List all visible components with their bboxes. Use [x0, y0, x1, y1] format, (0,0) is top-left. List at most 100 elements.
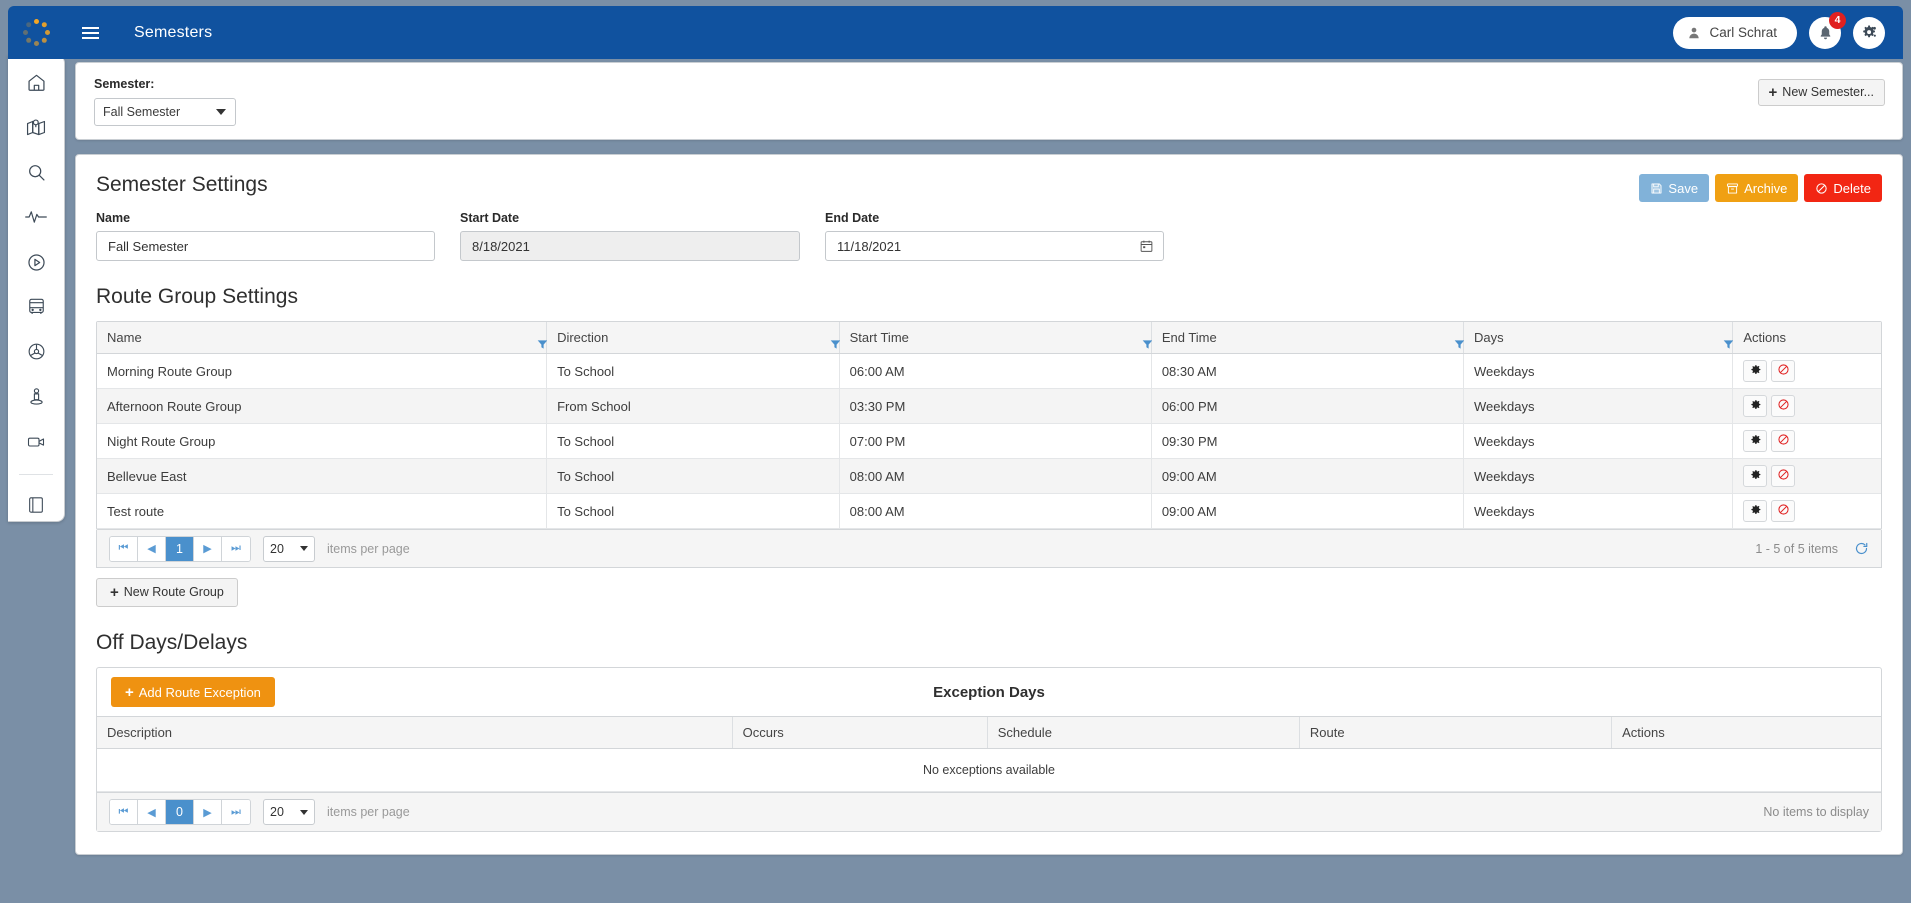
refresh-icon[interactable]	[1854, 541, 1869, 556]
previous-page-icon[interactable]: ◀	[138, 800, 166, 824]
add-route-exception-button[interactable]: + Add Route Exception	[111, 677, 275, 707]
app-logo[interactable]	[8, 6, 64, 59]
sidebar-item-playback[interactable]	[19, 249, 53, 279]
semester-select[interactable]: Fall Semester	[94, 98, 236, 126]
row-settings-button[interactable]	[1743, 430, 1767, 452]
row-settings-button[interactable]	[1743, 395, 1767, 417]
sidebar-item-buses[interactable]	[19, 294, 53, 324]
first-page-icon[interactable]: ⏮	[110, 800, 138, 824]
row-action-group	[1743, 500, 1871, 522]
left-sidebar	[8, 55, 65, 522]
cell-direction: To School	[547, 424, 840, 459]
sidebar-item-students[interactable]	[19, 383, 53, 413]
next-page-icon[interactable]: ▶	[194, 800, 222, 824]
items-per-page-label: items per page	[327, 805, 410, 819]
settings-button[interactable]	[1853, 17, 1885, 49]
application-window: Semesters Carl Schrat 4	[0, 0, 1911, 903]
last-page-icon[interactable]: ⏭	[222, 800, 250, 824]
calendar-icon[interactable]	[1139, 239, 1154, 254]
map-icon	[25, 116, 47, 141]
exceptions-table-body: No exceptions available	[97, 749, 1881, 792]
column-header-name[interactable]: Name	[97, 322, 547, 354]
spinner-logo-icon	[23, 20, 49, 46]
sidebar-item-reports[interactable]	[19, 491, 53, 521]
table-row[interactable]: Morning Route GroupTo School06:00 AM08:3…	[97, 354, 1881, 389]
exception-days-title: Exception Days	[97, 684, 1881, 701]
notifications-button[interactable]: 4	[1809, 17, 1841, 49]
column-label: Name	[107, 330, 142, 345]
save-button[interactable]: Save	[1639, 174, 1709, 202]
new-route-group-button[interactable]: + New Route Group	[96, 578, 238, 607]
row-delete-button[interactable]	[1771, 430, 1795, 452]
table-row[interactable]: Bellevue EastTo School08:00 AM09:00 AMWe…	[97, 459, 1881, 494]
table-row[interactable]: Night Route GroupTo School07:00 PM09:30 …	[97, 424, 1881, 459]
semester-fields-row: Name Fall Semester Start Date 8/18/2021 …	[96, 211, 1882, 261]
column-header-end-time[interactable]: End Time	[1151, 322, 1463, 354]
column-header-occurs: Occurs	[732, 717, 987, 749]
new-semester-button[interactable]: + New Semester...	[1758, 79, 1885, 106]
first-page-icon[interactable]: ⏮	[110, 537, 138, 561]
sidebar-item-map[interactable]	[19, 114, 53, 144]
start-date-input[interactable]: 8/18/2021	[460, 231, 800, 261]
column-header-direction[interactable]: Direction	[547, 322, 840, 354]
name-input[interactable]: Fall Semester	[96, 231, 435, 261]
row-delete-button[interactable]	[1771, 360, 1795, 382]
route-group-table-body: Morning Route GroupTo School06:00 AM08:3…	[97, 354, 1881, 529]
search-icon	[26, 162, 47, 186]
ban-icon	[1777, 433, 1790, 449]
row-settings-button[interactable]	[1743, 500, 1767, 522]
exceptions-header-row: Description Occurs Schedule Route Action…	[97, 717, 1881, 749]
student-icon	[26, 386, 47, 410]
end-date-input[interactable]: 11/18/2021	[825, 231, 1164, 261]
column-label: End Time	[1162, 330, 1217, 345]
play-icon	[26, 252, 47, 276]
top-navigation-bar: Semesters Carl Schrat 4	[8, 6, 1903, 59]
empty-row: No exceptions available	[97, 749, 1881, 792]
cell-start-time: 08:00 AM	[839, 494, 1151, 529]
exceptions-table: Description Occurs Schedule Route Action…	[97, 717, 1881, 792]
page-size-select[interactable]: 20	[263, 536, 315, 562]
sidebar-item-video[interactable]	[19, 428, 53, 458]
sidebar-item-home[interactable]	[19, 69, 53, 99]
hamburger-menu-icon[interactable]	[70, 6, 110, 59]
cell-actions	[1733, 389, 1881, 424]
ban-icon	[1815, 182, 1828, 195]
cell-direction: To School	[547, 354, 840, 389]
page-size-select[interactable]: 20	[263, 799, 315, 825]
sidebar-item-activity[interactable]	[19, 204, 53, 234]
name-field-group: Name Fall Semester	[96, 211, 435, 261]
current-page-button[interactable]: 1	[166, 537, 194, 561]
cell-direction: From School	[547, 389, 840, 424]
row-delete-button[interactable]	[1771, 500, 1795, 522]
cell-days: Weekdays	[1464, 389, 1733, 424]
sidebar-divider	[19, 474, 53, 475]
sidebar-item-search[interactable]	[19, 159, 53, 189]
previous-page-icon[interactable]: ◀	[138, 537, 166, 561]
cell-days: Weekdays	[1464, 424, 1733, 459]
cell-actions	[1733, 424, 1881, 459]
cell-days: Weekdays	[1464, 354, 1733, 389]
sidebar-item-drivers[interactable]	[19, 338, 53, 368]
ban-icon	[1777, 503, 1790, 519]
last-page-icon[interactable]: ⏭	[222, 537, 250, 561]
semester-action-buttons: Save Archive	[1639, 174, 1882, 202]
row-settings-button[interactable]	[1743, 465, 1767, 487]
next-page-icon[interactable]: ▶	[194, 537, 222, 561]
row-settings-button[interactable]	[1743, 360, 1767, 382]
end-date-field-group: End Date 11/18/2021	[825, 211, 1164, 261]
column-label: Direction	[557, 330, 608, 345]
page-size-value: 20	[270, 805, 284, 819]
column-header-start-time[interactable]: Start Time	[839, 322, 1151, 354]
delete-button[interactable]: Delete	[1804, 174, 1882, 202]
table-row[interactable]: Afternoon Route GroupFrom School03:30 PM…	[97, 389, 1881, 424]
current-page-button[interactable]: 0	[166, 800, 194, 824]
row-delete-button[interactable]	[1771, 465, 1795, 487]
row-delete-button[interactable]	[1771, 395, 1795, 417]
table-row[interactable]: Test routeTo School08:00 AM09:00 AMWeekd…	[97, 494, 1881, 529]
cell-actions	[1733, 459, 1881, 494]
cell-actions	[1733, 494, 1881, 529]
route-group-settings-heading: Route Group Settings	[96, 285, 1882, 309]
column-header-days[interactable]: Days	[1464, 322, 1733, 354]
user-menu-button[interactable]: Carl Schrat	[1673, 17, 1797, 49]
archive-button[interactable]: Archive	[1715, 174, 1798, 202]
